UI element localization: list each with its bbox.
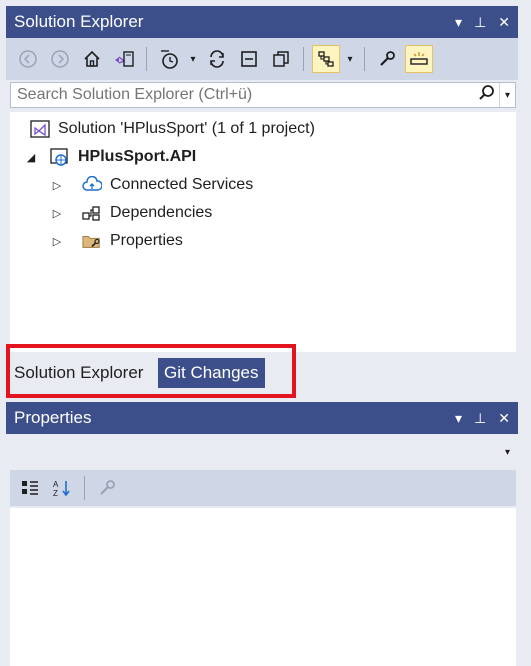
tree-view-icon [318, 51, 334, 67]
search-box: ▾ [10, 82, 516, 108]
window-position-icon[interactable]: ▾ [455, 14, 462, 31]
view-dropdown-arrow[interactable]: ▾ [344, 45, 356, 73]
categorized-button[interactable] [16, 474, 44, 502]
search-input[interactable] [11, 83, 475, 107]
sort-az-icon: AZ [53, 480, 70, 498]
preview-icon [410, 52, 428, 65]
solution-explorer-titlebar: Solution Explorer ▾ ⊥ ✕ [6, 6, 518, 38]
svg-text:Z: Z [53, 489, 58, 498]
expanded-arrow-icon[interactable]: ◢ [24, 151, 38, 164]
svg-text:A: A [53, 480, 59, 489]
home-button[interactable] [78, 45, 106, 73]
connected-services-label: Connected Services [110, 176, 254, 193]
titlebar-controls: ▾ ⊥ ✕ [455, 410, 518, 427]
back-button[interactable] [14, 45, 42, 73]
solution-icon [30, 119, 50, 139]
close-icon[interactable]: ✕ [498, 14, 510, 31]
sync-button[interactable] [203, 45, 231, 73]
solution-tree: Solution 'HPlusSport' (1 of 1 project) ◢… [10, 112, 516, 352]
tool-window-tabs: Solution Explorer Git Changes [6, 356, 518, 392]
close-icon[interactable]: ✕ [498, 410, 510, 427]
tree-item-project[interactable]: ◢ HPlusSport.API [24, 144, 196, 170]
copy-files-icon [273, 51, 289, 67]
dependencies-icon [82, 203, 102, 223]
properties-label: Properties [110, 232, 183, 249]
filter-dropdown-arrow[interactable]: ▾ [187, 45, 199, 73]
tree-view-button[interactable] [312, 45, 340, 73]
titlebar-controls: ▾ ⊥ ✕ [455, 14, 518, 31]
search-options-dropdown[interactable]: ▾ [499, 83, 515, 107]
app-frame: Solution Explorer ▾ ⊥ ✕ ▾ ▾ Search Solut… [0, 0, 531, 666]
solution-label: Solution 'HPlusSport' (1 of 1 project) [58, 120, 315, 137]
tree-item-dependencies[interactable]: ▷ Dependencies [50, 200, 213, 226]
window-position-icon[interactable]: ▾ [455, 410, 462, 427]
sync-icon [210, 50, 224, 68]
tree-item-properties[interactable]: ▷ Properties [50, 228, 183, 254]
auto-hide-pin-icon[interactable]: ⊥ [474, 14, 486, 31]
preview-selected-items-button[interactable] [405, 45, 433, 73]
properties-toolbar: AZ [10, 470, 516, 506]
auto-hide-pin-icon[interactable]: ⊥ [474, 410, 486, 427]
show-all-files-button[interactable] [267, 45, 295, 73]
property-pages-button[interactable] [93, 474, 121, 502]
collapsed-arrow-icon[interactable]: ▷ [50, 207, 64, 220]
search-icon[interactable] [475, 84, 499, 107]
web-project-icon [50, 147, 70, 167]
wrench-icon [380, 51, 395, 66]
toolbar-separator [364, 47, 365, 71]
wrench-icon [100, 480, 115, 495]
switch-views-icon [115, 51, 134, 67]
categorized-icon [22, 481, 38, 495]
collapse-all-icon [241, 51, 257, 67]
forward-button[interactable] [46, 45, 74, 73]
toolbar-separator [303, 47, 304, 71]
properties-button[interactable] [373, 45, 401, 73]
properties-titlebar: Properties ▾ ⊥ ✕ [6, 402, 518, 434]
solution-explorer-title: Solution Explorer [14, 12, 144, 31]
tree-item-connected-services[interactable]: ▷ Connected Services [50, 172, 253, 198]
project-label: HPlusSport.API [78, 148, 197, 165]
tab-git-changes[interactable]: Git Changes [158, 358, 265, 388]
forward-icon [51, 50, 69, 68]
dependencies-label: Dependencies [110, 204, 213, 221]
collapse-all-button[interactable] [235, 45, 263, 73]
pending-changes-filter-button[interactable] [155, 45, 183, 73]
collapsed-arrow-icon[interactable]: ▷ [50, 179, 64, 192]
cloud-service-icon [82, 175, 102, 195]
object-selector-dropdown[interactable]: ▾ [10, 436, 516, 468]
switch-views-button[interactable] [110, 45, 138, 73]
alphabetical-button[interactable]: AZ [48, 474, 76, 502]
solution-explorer-toolbar: ▾ ▾ [6, 38, 518, 80]
properties-title: Properties [14, 408, 92, 427]
property-grid [10, 508, 516, 666]
home-icon [84, 50, 100, 67]
toolbar-separator [84, 476, 85, 500]
back-icon [19, 50, 37, 68]
tab-solution-explorer[interactable]: Solution Explorer [8, 358, 149, 388]
dropdown-arrow-icon: ▾ [504, 446, 510, 458]
clock-filter-icon [161, 50, 178, 69]
properties-folder-icon [82, 231, 102, 251]
tree-item-solution[interactable]: Solution 'HPlusSport' (1 of 1 project) [30, 116, 315, 142]
collapsed-arrow-icon[interactable]: ▷ [50, 235, 64, 248]
toolbar-separator [146, 47, 147, 71]
